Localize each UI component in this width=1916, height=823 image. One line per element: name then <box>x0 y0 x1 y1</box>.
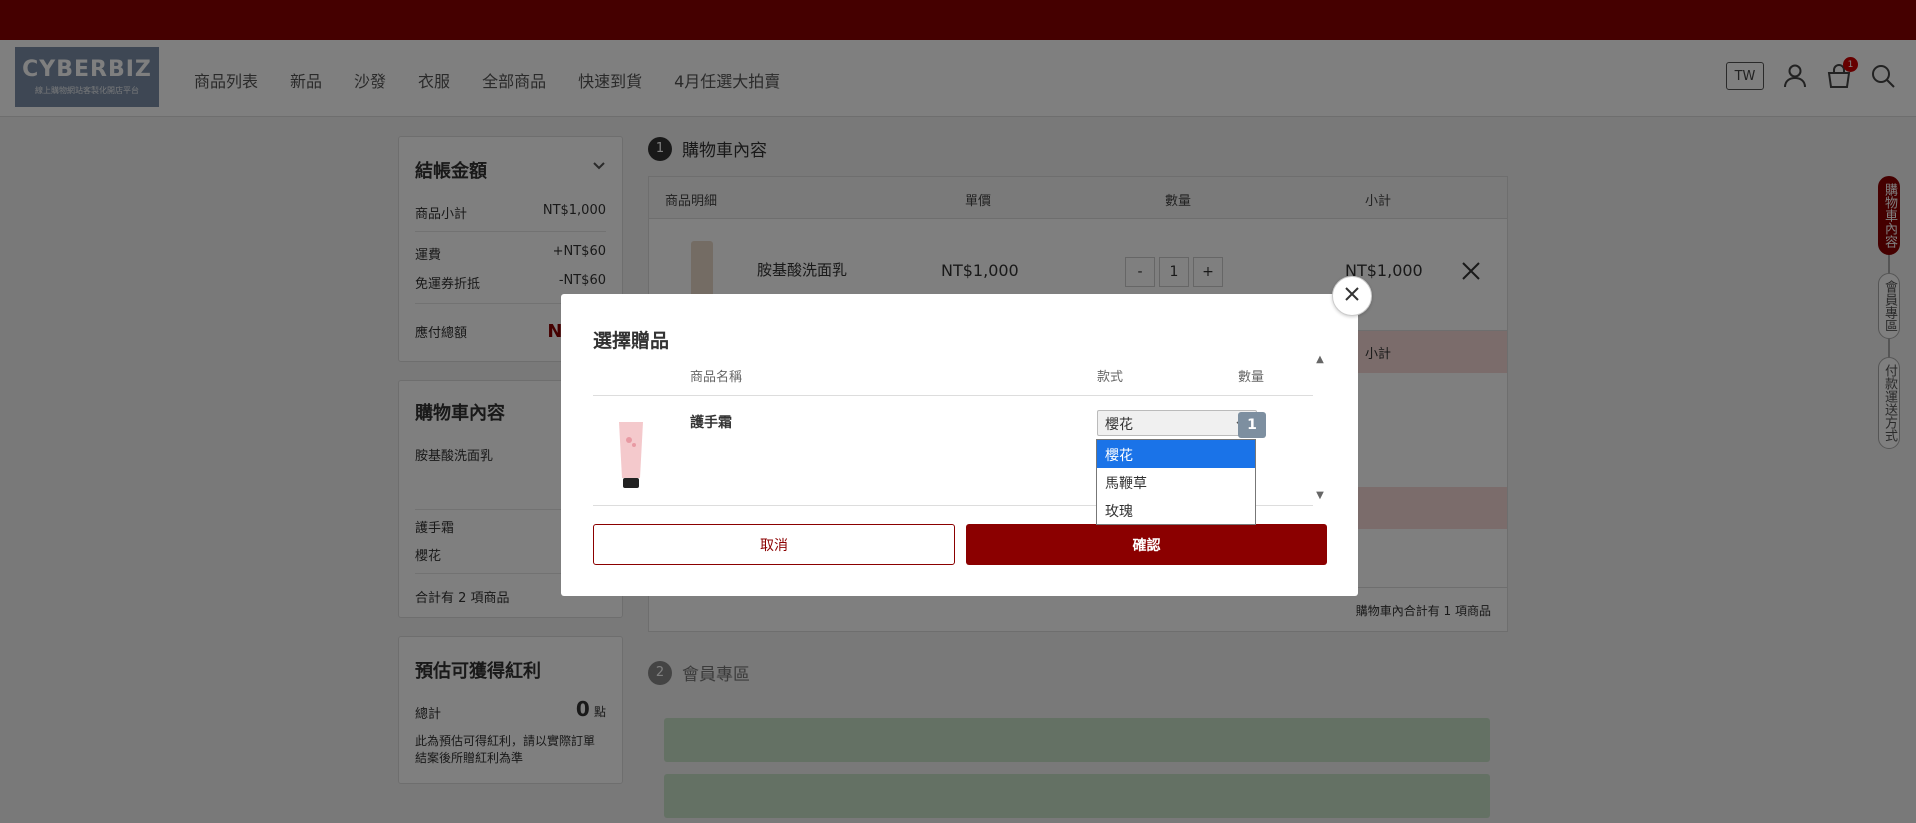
style-select-value: 櫻花 <box>1105 417 1133 433</box>
style-dropdown-list: 櫻花 馬鞭草 玫瑰 <box>1096 439 1256 525</box>
col-header-gift-qty: 數量 <box>1238 370 1265 385</box>
close-icon <box>1344 286 1360 306</box>
gift-thumbnail <box>613 418 649 490</box>
style-option[interactable]: 玫瑰 <box>1097 496 1255 524</box>
col-header-gift-name: 商品名稱 <box>690 370 743 385</box>
style-option[interactable]: 櫻花 <box>1097 440 1255 468</box>
gift-name: 護手霜 <box>690 415 732 431</box>
scroll-up-arrow-icon[interactable]: ▲ <box>1313 354 1327 366</box>
confirm-button[interactable]: 確認 <box>966 524 1327 565</box>
scroll-down-arrow-icon[interactable]: ▼ <box>1313 490 1327 502</box>
style-select[interactable]: 櫻花 <box>1097 410 1257 436</box>
style-option[interactable]: 馬鞭草 <box>1097 468 1255 496</box>
gift-table-header: 商品名稱 款式 數量 <box>593 360 1313 396</box>
col-header-style: 款式 <box>1097 370 1124 385</box>
modal-title: 選擇贈品 <box>593 330 670 352</box>
cancel-button[interactable]: 取消 <box>593 524 955 565</box>
gift-qty-badge: 1 <box>1238 412 1266 438</box>
modal-close-button[interactable] <box>1332 276 1372 316</box>
